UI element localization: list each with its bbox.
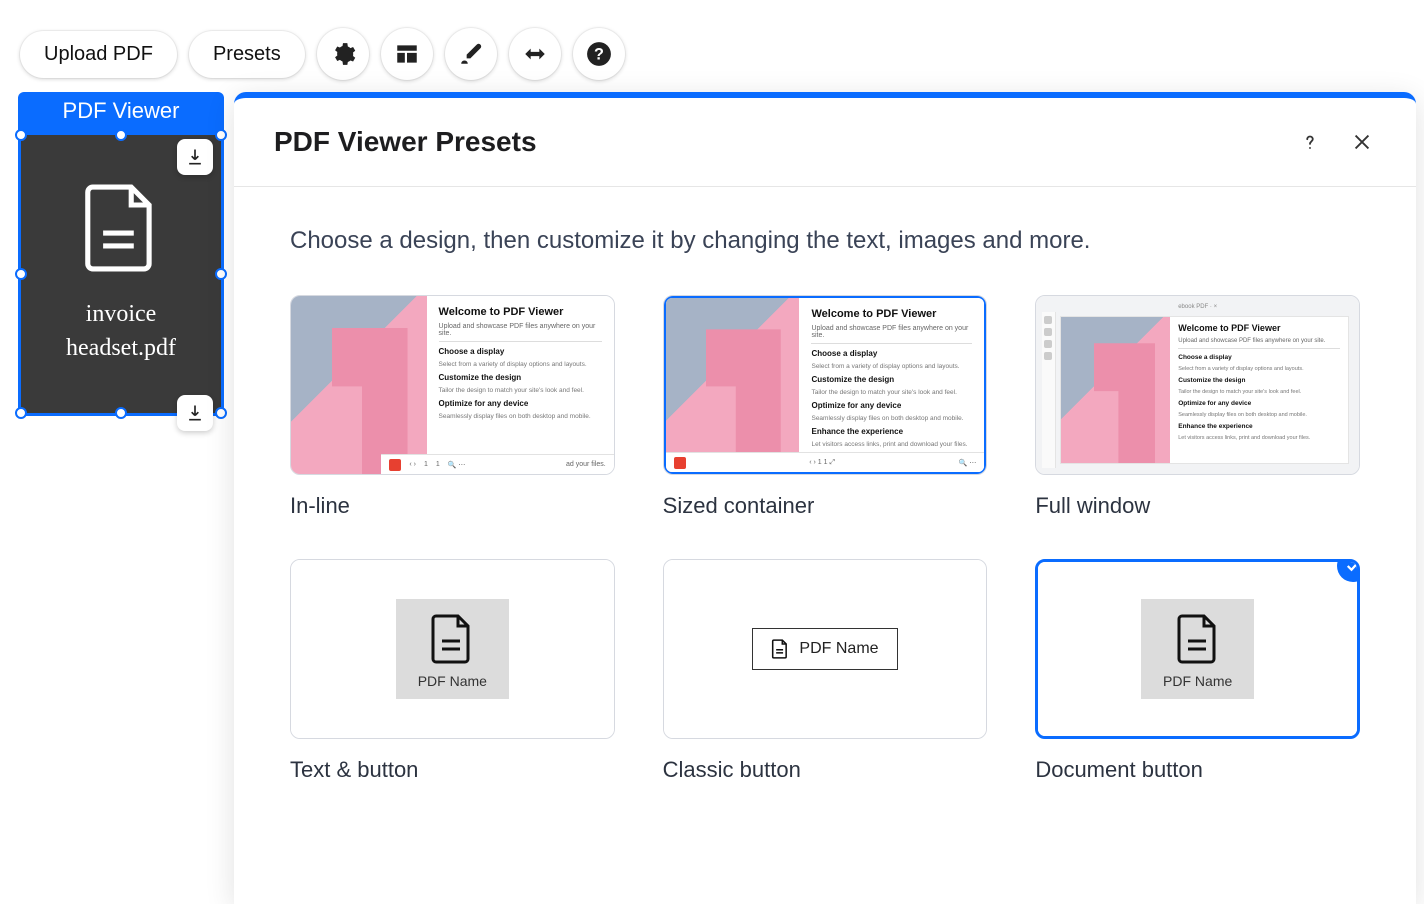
resize-handle[interactable] <box>15 129 27 141</box>
preset-label: Classic button <box>663 757 988 783</box>
download-icon[interactable] <box>177 395 213 431</box>
file-icon <box>82 182 160 274</box>
stretch-icon[interactable] <box>509 28 561 80</box>
presets-button[interactable]: Presets <box>189 31 305 78</box>
widget-preview: invoice headset.pdf <box>18 132 224 416</box>
widget-filename: invoice headset.pdf <box>66 298 176 365</box>
resize-handle[interactable] <box>15 407 27 419</box>
preset-label: Text & button <box>290 757 615 783</box>
close-icon[interactable] <box>1348 128 1376 156</box>
resize-handle[interactable] <box>15 268 27 280</box>
preset-label: Sized container <box>663 493 988 519</box>
preset-option-full[interactable]: ebook PDF · × Welcome to PDF Viewer Uplo… <box>1035 295 1360 519</box>
pdf-viewer-widget[interactable]: PDF Viewer invoice headset.pdf <box>18 92 224 416</box>
download-icon[interactable] <box>177 139 213 175</box>
preset-option-inline[interactable]: Welcome to PDF Viewer Upload and showcas… <box>290 295 615 519</box>
settings-icon[interactable] <box>317 28 369 80</box>
preset-thumbnail: PDF Name <box>1035 559 1360 739</box>
preset-label: Full window <box>1035 493 1360 519</box>
brush-icon[interactable] <box>445 28 497 80</box>
preset-thumbnail: PDF Name <box>663 559 988 739</box>
preset-thumbnail: PDF Name <box>290 559 615 739</box>
preset-thumbnail: Welcome to PDF Viewer Upload and showcas… <box>663 295 988 475</box>
presets-grid: Welcome to PDF Viewer Upload and showcas… <box>290 295 1360 783</box>
upload-pdf-button[interactable]: Upload PDF <box>20 31 177 78</box>
widget-type-label: PDF Viewer <box>18 92 224 132</box>
preset-option-classic[interactable]: PDF Name Classic button <box>663 559 988 783</box>
panel-header: PDF Viewer Presets <box>234 98 1416 187</box>
preset-label: In-line <box>290 493 615 519</box>
editor-toolbar: Upload PDF Presets ? <box>20 28 625 80</box>
resize-handle[interactable] <box>115 129 127 141</box>
panel-title: PDF Viewer Presets <box>274 126 1272 158</box>
preset-thumbnail: Welcome to PDF Viewer Upload and showcas… <box>290 295 615 475</box>
preset-thumbnail: ebook PDF · × Welcome to PDF Viewer Uplo… <box>1035 295 1360 475</box>
preset-option-sized[interactable]: Welcome to PDF Viewer Upload and showcas… <box>663 295 988 519</box>
resize-handle[interactable] <box>215 129 227 141</box>
preset-option-textbtn[interactable]: PDF Name Text & button <box>290 559 615 783</box>
help-icon[interactable]: ? <box>573 28 625 80</box>
panel-help-icon[interactable] <box>1296 128 1324 156</box>
presets-panel: PDF Viewer Presets Choose a design, then… <box>234 92 1416 904</box>
layout-icon[interactable] <box>381 28 433 80</box>
resize-handle[interactable] <box>115 407 127 419</box>
svg-text:?: ? <box>594 45 604 63</box>
panel-subheading: Choose a design, then customize it by ch… <box>290 227 1360 255</box>
preset-label: Document button <box>1035 757 1360 783</box>
resize-handle[interactable] <box>215 268 227 280</box>
preset-option-docbtn[interactable]: PDF Name Document button <box>1035 559 1360 783</box>
resize-handle[interactable] <box>215 407 227 419</box>
